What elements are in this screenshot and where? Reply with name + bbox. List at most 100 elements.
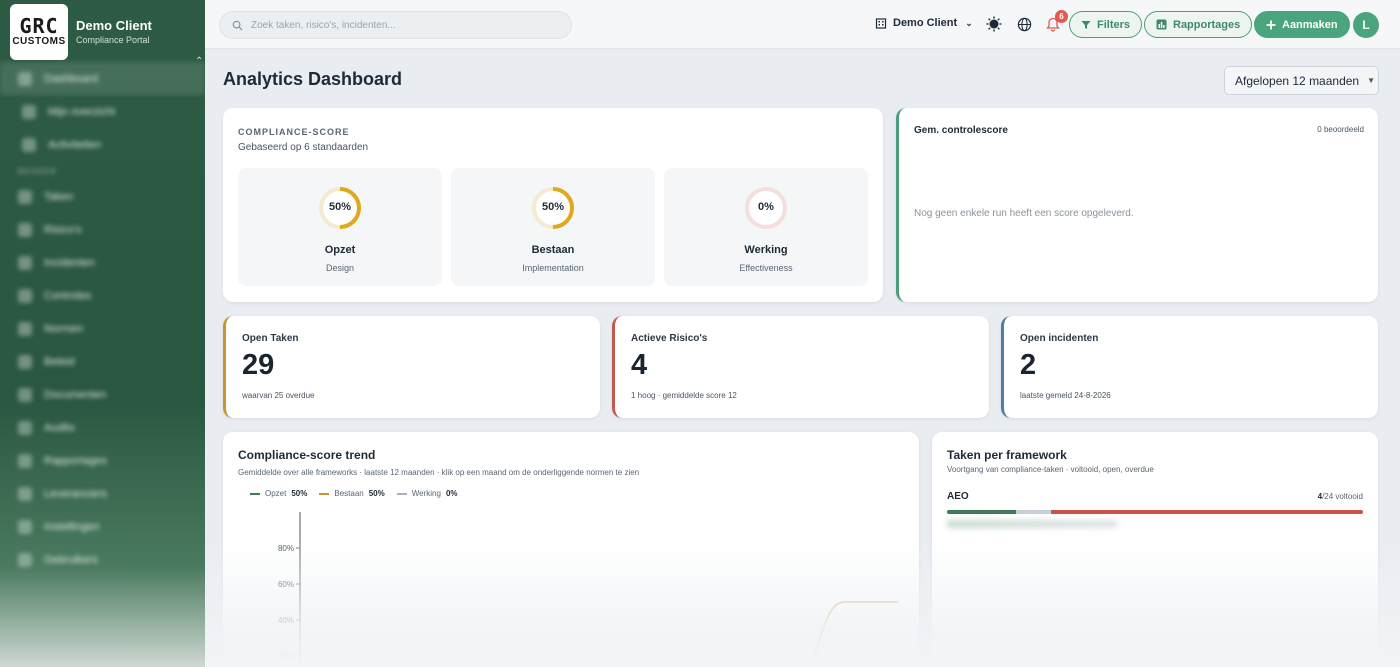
brand[interactable]: GRC CUSTOMS Demo Client Compliance Porta… (10, 4, 152, 60)
page-title: Analytics Dashboard (223, 69, 403, 89)
y-tick-label: 60% (278, 580, 294, 589)
score-percentage: 0% (758, 201, 774, 213)
nav-icon (18, 486, 32, 501)
control-score-count: 0 beoordeeld (1317, 125, 1364, 134)
control-score-title: Gem. controlescore (914, 125, 1008, 136)
nav-icon (18, 71, 32, 86)
trend-title: Compliance-score trend (238, 448, 376, 462)
trend-line-chart[interactable]: 20% 40% 60% 80% (263, 507, 903, 667)
legend-swatch (250, 492, 260, 495)
sidebar-item[interactable]: Mijn overzicht (0, 95, 205, 128)
nav-icon (18, 354, 32, 369)
sidebar-item[interactable]: Activiteiten (0, 128, 205, 161)
frameworks-title: Taken per framework (947, 448, 1067, 462)
score-tile-effectiveness[interactable]: 0% Werking Effectiveness (664, 168, 868, 286)
legend-name: Opzet (265, 489, 287, 498)
sidebar-item[interactable]: Documenten (0, 378, 205, 411)
score-tile-design[interactable]: 50% Opzet Design (238, 168, 442, 286)
legend-item[interactable]: Werking 0% (396, 489, 458, 498)
nav-icon (18, 255, 32, 270)
sidebar-item[interactable]: Risico's (0, 213, 205, 246)
legend-item[interactable]: Opzet 50% (250, 489, 307, 498)
legend-name: Bestaan (334, 489, 364, 498)
kpi-value: 4 (631, 349, 648, 381)
legend-value: 50% (368, 489, 385, 498)
notification-count-badge: 6 (1055, 10, 1068, 23)
sidebar-item[interactable]: Gebruikers (0, 543, 205, 576)
sidebar-item[interactable]: Dashboard (0, 62, 205, 95)
reports-button[interactable]: Rapportages (1144, 11, 1253, 38)
sidebar-item[interactable]: Taken (0, 180, 205, 213)
sidebar-item-label: Gebruikers (44, 553, 98, 566)
sidebar-item[interactable]: Incidenten (0, 246, 205, 279)
progress-open-segment (1016, 510, 1051, 514)
kpi-value: 29 (242, 349, 275, 381)
kpi-open-incidents[interactable]: Open incidenten 2 laatste gemeld 24-8-20… (1001, 316, 1378, 418)
kpi-title: Open incidenten (1020, 333, 1099, 344)
legend-swatch (396, 492, 407, 495)
sidebar-item-label: Mijn overzicht (48, 105, 116, 118)
sidebar-item[interactable]: Normen (0, 312, 205, 345)
progress-overdue-segment (1050, 510, 1363, 514)
sidebar-section-label: BEHEER (18, 167, 57, 176)
search-input[interactable] (251, 19, 551, 31)
compliance-score-label: COMPLIANCE-SCORE (238, 127, 350, 137)
building-icon (875, 18, 887, 29)
client-selector[interactable]: Demo Client ⌄ (875, 17, 973, 29)
filters-button[interactable]: Filters (1069, 11, 1143, 38)
kpi-footnote: 1 hoog · gemiddelde score 12 (631, 391, 737, 400)
sidebar-item-label: Leveranciers (44, 487, 107, 500)
score-percentage: 50% (541, 201, 565, 213)
legend-value: 0% (445, 489, 458, 498)
series-line-bestaan[interactable] (306, 601, 898, 667)
client-name: Demo Client (893, 17, 958, 29)
kpi-open-tasks[interactable]: Open Taken 29 waarvan 25 overdue (223, 316, 600, 418)
kpi-footnote: laatste gemeld 24-8-2026 (1020, 391, 1111, 400)
sidebar-item-label: Controles (44, 289, 92, 302)
score-description: Effectiveness (739, 263, 793, 273)
logo-text-bottom: CUSTOMS (12, 36, 66, 47)
sidebar-item[interactable]: Leveranciers (0, 477, 205, 510)
score-percentage: 50% (328, 201, 352, 213)
theme-toggle-icon[interactable] (985, 15, 1003, 33)
search-icon (232, 20, 243, 31)
score-tile-implementation[interactable]: 50% Bestaan Implementation (451, 168, 655, 286)
search-box[interactable] (219, 11, 572, 39)
sidebar-item-label: Dashboard (44, 72, 98, 85)
framework-progress-bar[interactable] (947, 510, 1363, 514)
nav-icon (18, 222, 32, 237)
sidebar-item[interactable]: Instellingen (0, 510, 205, 543)
trend-subtitle: Gemiddelde over alle frameworks · laatst… (238, 468, 640, 477)
sidebar-item[interactable]: Audits (0, 411, 205, 444)
progress-done-segment (947, 510, 1017, 514)
score-name: Opzet (324, 244, 356, 256)
period-select[interactable]: Afgelopen 12 maanden ▼ (1224, 66, 1379, 95)
kpi-active-risks[interactable]: Actieve Risico's 4 1 hoog · gemiddelde s… (612, 316, 989, 418)
kpi-title: Open Taken (242, 333, 299, 344)
control-score-empty-message: Nog geen enkele run heeft een score opge… (914, 208, 1134, 219)
control-score-card: Gem. controlescore 0 beoordeeld Nog geen… (896, 108, 1378, 302)
compliance-score-subtitle: Gebaseerd op 6 standaarden (238, 142, 369, 153)
user-avatar[interactable]: L (1353, 12, 1379, 38)
globe-icon[interactable] (1015, 15, 1033, 33)
nav-icon (18, 288, 32, 303)
score-description: Design (325, 263, 354, 273)
topbar: Demo Client ⌄ 6 Filters Rapportages Aanm… (205, 0, 1400, 49)
kpi-value: 2 (1020, 349, 1037, 381)
kpi-footnote: waarvan 25 overdue (242, 391, 315, 400)
sidebar-item[interactable]: Controles (0, 279, 205, 312)
sidebar-item[interactable]: Rapportages (0, 444, 205, 477)
legend-item[interactable]: Bestaan 50% (319, 489, 385, 498)
framework-name[interactable]: AEO (947, 491, 969, 502)
nav-icon (22, 137, 36, 152)
framework-progress-text: 4/24 voltooid (1318, 492, 1363, 501)
legend-swatch (319, 492, 330, 495)
score-name: Werking (744, 244, 788, 256)
sidebar-item-label: Taken (44, 190, 74, 203)
nav-icon (18, 453, 32, 468)
sidebar-item[interactable]: Beleid (0, 345, 205, 378)
notifications-bell-icon[interactable]: 6 (1044, 10, 1068, 33)
create-button[interactable]: Aanmaken (1254, 11, 1350, 38)
caret-down-icon: ▼ (1367, 76, 1376, 85)
nav-icon (18, 387, 32, 402)
